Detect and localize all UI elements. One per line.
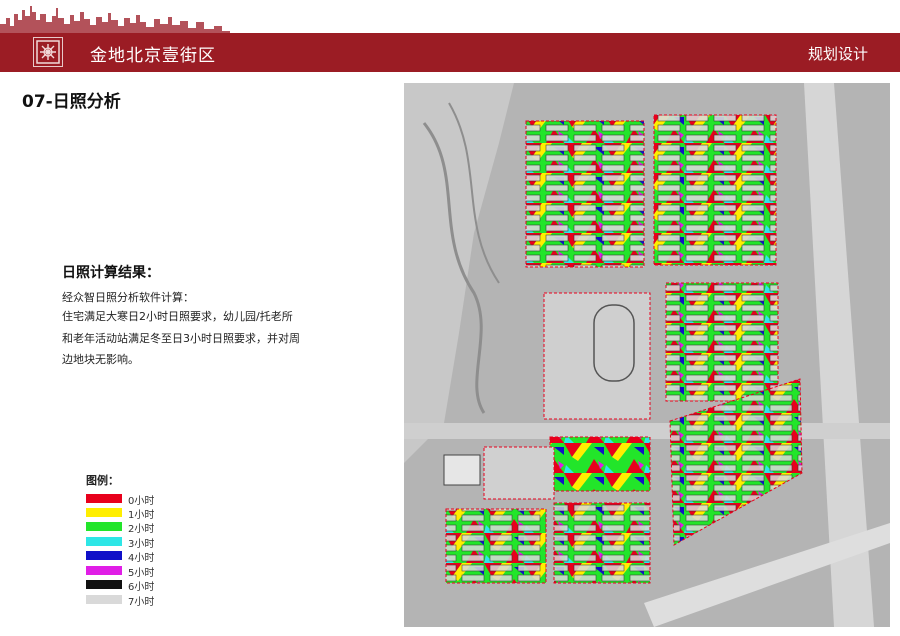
legend-item: 4小时 bbox=[86, 549, 206, 564]
project-name: 金地北京壹街区 bbox=[90, 46, 216, 66]
legend-label: 1小时 bbox=[128, 510, 155, 521]
legend-swatch bbox=[86, 580, 122, 589]
city-skyline-graphic bbox=[0, 6, 230, 34]
legend-swatch bbox=[86, 494, 122, 503]
legend-label: 5小时 bbox=[128, 568, 155, 579]
legend-swatch bbox=[86, 595, 122, 604]
legend-label: 3小时 bbox=[128, 539, 155, 550]
result-line: 经众智日照分析软件计算： bbox=[62, 291, 194, 304]
legend-item: 0小时 bbox=[86, 492, 206, 507]
legend-item: 5小时 bbox=[86, 564, 206, 579]
legend-swatch bbox=[86, 522, 122, 531]
page-title: 07-日照分析 bbox=[22, 92, 121, 112]
legend-label: 6小时 bbox=[128, 582, 155, 593]
legend-swatch bbox=[86, 537, 122, 546]
result-heading: 日照计算结果： bbox=[62, 265, 160, 281]
sunlight-analysis-map bbox=[404, 83, 890, 627]
section-name: 规划设计 bbox=[807, 45, 868, 63]
legend-swatch bbox=[86, 508, 122, 517]
legend-label: 2小时 bbox=[128, 524, 155, 535]
result-line: 边地块无影响。 bbox=[62, 353, 139, 366]
legend-label: 7小时 bbox=[128, 597, 155, 608]
legend-title: 图例： bbox=[86, 474, 119, 487]
legend-swatch bbox=[86, 551, 122, 560]
legend-item: 7小时 bbox=[86, 593, 206, 608]
result-line: 住宅满足大寒日2小时日照要求，幼儿园/托老所 bbox=[62, 310, 293, 323]
result-line: 和老年活动站满足冬至日3小时日照要求，并对周 bbox=[62, 332, 300, 345]
legend-swatch bbox=[86, 566, 122, 575]
legend-label: 0小时 bbox=[128, 496, 155, 507]
brand-logo bbox=[33, 37, 63, 67]
header-banner: 金地北京壹街区 规划设计 bbox=[0, 33, 900, 72]
legend-item: 2小时 bbox=[86, 520, 206, 535]
legend-label: 4小时 bbox=[128, 553, 155, 564]
legend-item: 1小时 bbox=[86, 506, 206, 521]
legend-item: 3小时 bbox=[86, 535, 206, 550]
legend-item: 6小时 bbox=[86, 578, 206, 593]
